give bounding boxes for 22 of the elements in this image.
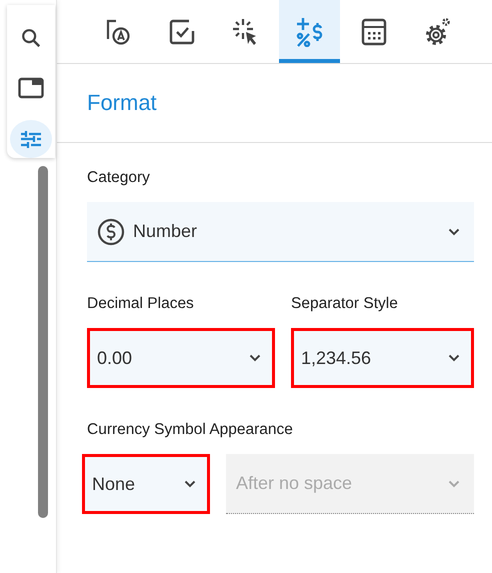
dropdown[interactable]: 0.00 (87, 328, 275, 388)
window-icon (18, 77, 44, 100)
dropdown[interactable]: Number (87, 202, 474, 262)
panel-title: Format (87, 90, 157, 116)
gears-icon (424, 16, 452, 46)
checkbox-icon (168, 18, 194, 44)
field-label: Decimal Places (87, 295, 195, 313)
dollar-circle-icon (97, 218, 125, 246)
field-label: Category (87, 169, 151, 187)
search-icon (20, 27, 42, 50)
dropdown[interactable]: 1,234.56 (291, 328, 474, 388)
chevron-down-icon (448, 480, 460, 488)
dropdown[interactable]: None (82, 454, 210, 514)
field-label: Separator Style (291, 295, 399, 313)
chevron-down-icon (249, 354, 261, 362)
calculator-icon (360, 18, 386, 46)
field-label: Currency Symbol Appearance (87, 421, 294, 439)
chevron-down-icon (448, 354, 460, 362)
chevron-down-icon (448, 228, 460, 236)
chevron-down-icon (184, 480, 196, 488)
percent-dollar-icon (294, 16, 324, 46)
scrollbar-thumb[interactable] (38, 166, 48, 518)
